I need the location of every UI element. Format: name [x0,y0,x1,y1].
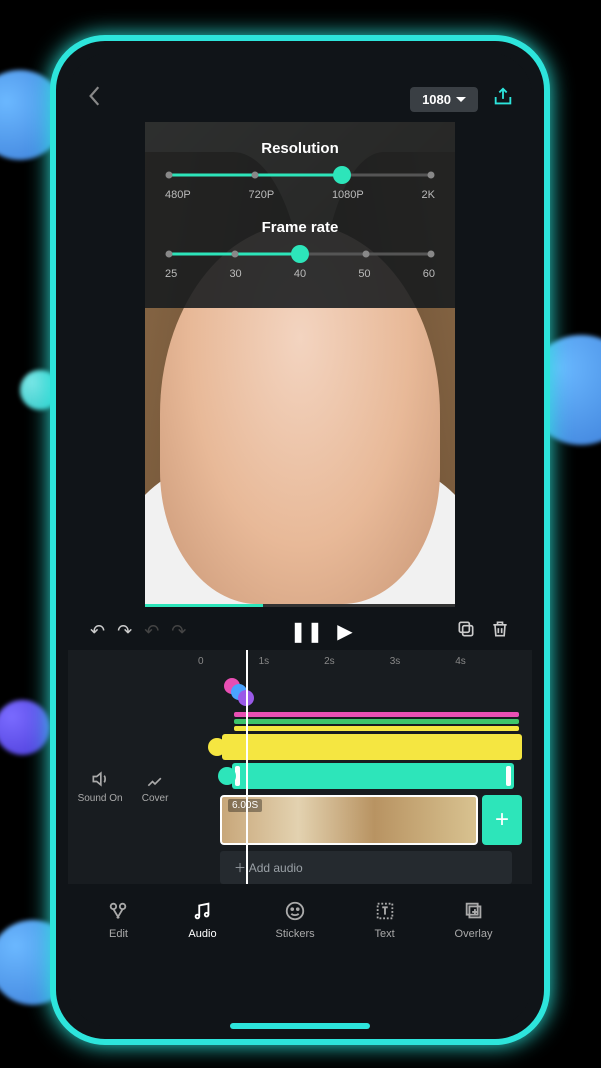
tab-edit[interactable]: Edit [107,900,129,940]
video-preview[interactable]: Resolution 480P 720P 1080P 2K Frame rate [145,122,455,604]
export-settings-panel: Resolution 480P 720P 1080P 2K Frame rate [145,122,455,308]
tracks-container: 6.00S + ＋ Add audio [178,674,532,884]
time-ruler: 0 1s 2s 3s 4s [68,656,532,674]
phone-frame: 1080 Resolution [50,35,550,1045]
effect-track-3[interactable] [234,726,519,731]
tab-stickers[interactable]: Stickers [276,900,315,940]
app-screen: 1080 Resolution [68,53,532,1027]
trash-icon[interactable] [490,619,510,644]
resolution-slider[interactable] [169,167,431,183]
redo-disabled-icon: ↷ [171,621,186,642]
add-audio-row[interactable]: ＋ Add audio [220,851,512,884]
video-clip[interactable]: 6.00S [220,795,478,845]
video-clip-row: 6.00S + [220,795,522,845]
redo-icon[interactable]: ↷ [117,621,132,642]
home-indicator [230,1023,370,1029]
back-chevron-icon[interactable] [86,85,104,114]
pause-icon[interactable]: ❚❚ [290,619,324,644]
framerate-slider[interactable] [169,246,431,262]
resolution-dropdown[interactable]: 1080 [410,87,478,112]
play-icon[interactable]: ▶ [337,619,352,644]
resolution-stops: 480P 720P 1080P 2K [165,189,435,201]
effect-track-2[interactable] [234,719,519,724]
effect-track-1[interactable] [234,712,519,717]
transport-bar: ↶ ↷ ↶ ↷ ❚❚ ▶ [68,607,532,650]
overlay-track-teal[interactable] [232,763,514,789]
add-clip-button[interactable]: + [482,795,522,845]
bottom-tabs: Edit Audio Stickers Text Overlay [68,884,532,966]
overlay-track-yellow[interactable] [222,734,522,760]
playhead[interactable] [246,650,248,884]
cover-button[interactable]: Cover [142,769,169,884]
header: 1080 [68,53,532,122]
framerate-label: Frame rate [165,219,435,236]
timeline[interactable]: 0 1s 2s 3s 4s Sound On Cover [68,650,532,884]
clip-handle-right[interactable] [506,766,511,786]
tab-text[interactable]: Text [374,900,396,940]
undo-disabled-icon: ↶ [144,621,159,642]
sound-toggle[interactable]: Sound On [78,769,123,884]
tab-audio[interactable]: Audio [188,900,216,940]
tab-overlay[interactable]: Overlay [455,900,493,940]
framerate-stops: 25 30 40 50 60 [165,268,435,280]
resolution-value: 1080 [422,92,451,107]
resolution-label: Resolution [165,140,435,157]
duplicate-icon[interactable] [456,619,476,644]
undo-icon[interactable]: ↶ [90,621,105,642]
track-markers [224,678,522,706]
share-icon[interactable] [492,86,514,113]
timeline-side-controls: Sound On Cover [68,674,178,884]
